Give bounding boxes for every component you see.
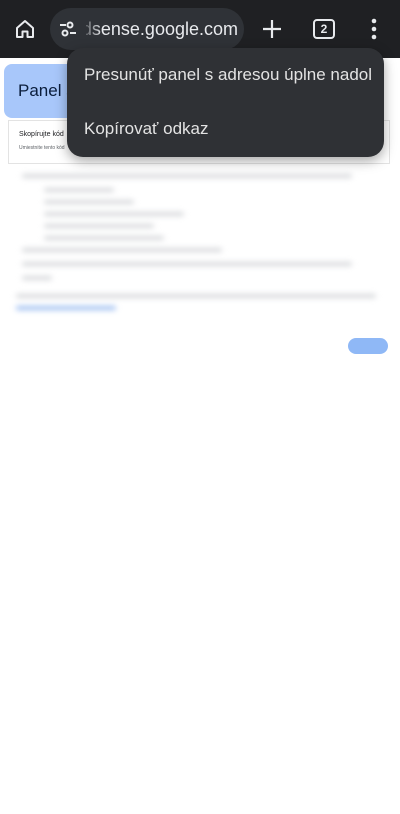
- blurred-line: [22, 276, 52, 280]
- home-icon: [16, 20, 34, 38]
- blurred-line: [22, 248, 222, 252]
- card-title: Skopírujte kód: [19, 131, 64, 138]
- site-settings-icon[interactable]: [58, 19, 78, 39]
- blurred-link: [16, 306, 116, 310]
- blurred-line: [16, 294, 376, 298]
- card-subtitle: Umiestnite tento kód: [19, 145, 65, 151]
- more-vert-icon: [371, 18, 377, 40]
- overflow-menu: Presunúť panel s adresou úplne nadol Kop…: [67, 48, 384, 157]
- blurred-line: [44, 236, 164, 240]
- menu-item-copy-link[interactable]: Kopírovať odkaz: [67, 102, 384, 156]
- menu-item-move-address-bar[interactable]: Presunúť panel s adresou úplne nadol: [67, 48, 384, 102]
- blurred-button: [348, 338, 388, 354]
- new-tab-button[interactable]: [250, 8, 294, 50]
- url-text[interactable]: adsense.google.com: [86, 17, 238, 41]
- plus-icon: [263, 20, 281, 38]
- blurred-line: [44, 188, 114, 192]
- blurred-line: [44, 212, 184, 216]
- blurred-line: [22, 262, 352, 266]
- address-bar[interactable]: adsense.google.com: [50, 8, 244, 50]
- blurred-line: [22, 174, 352, 178]
- url-fade: [80, 8, 102, 50]
- tab-switcher-button[interactable]: 2: [302, 8, 346, 50]
- page-content: Panel s Skopírujte kód Umiestnite tento …: [0, 58, 400, 814]
- blurred-content: [14, 166, 394, 366]
- blurred-line: [44, 224, 154, 228]
- tab-count-badge: 2: [313, 19, 335, 39]
- more-options-button[interactable]: [352, 8, 396, 50]
- blurred-line: [44, 200, 134, 204]
- home-button[interactable]: [3, 8, 47, 50]
